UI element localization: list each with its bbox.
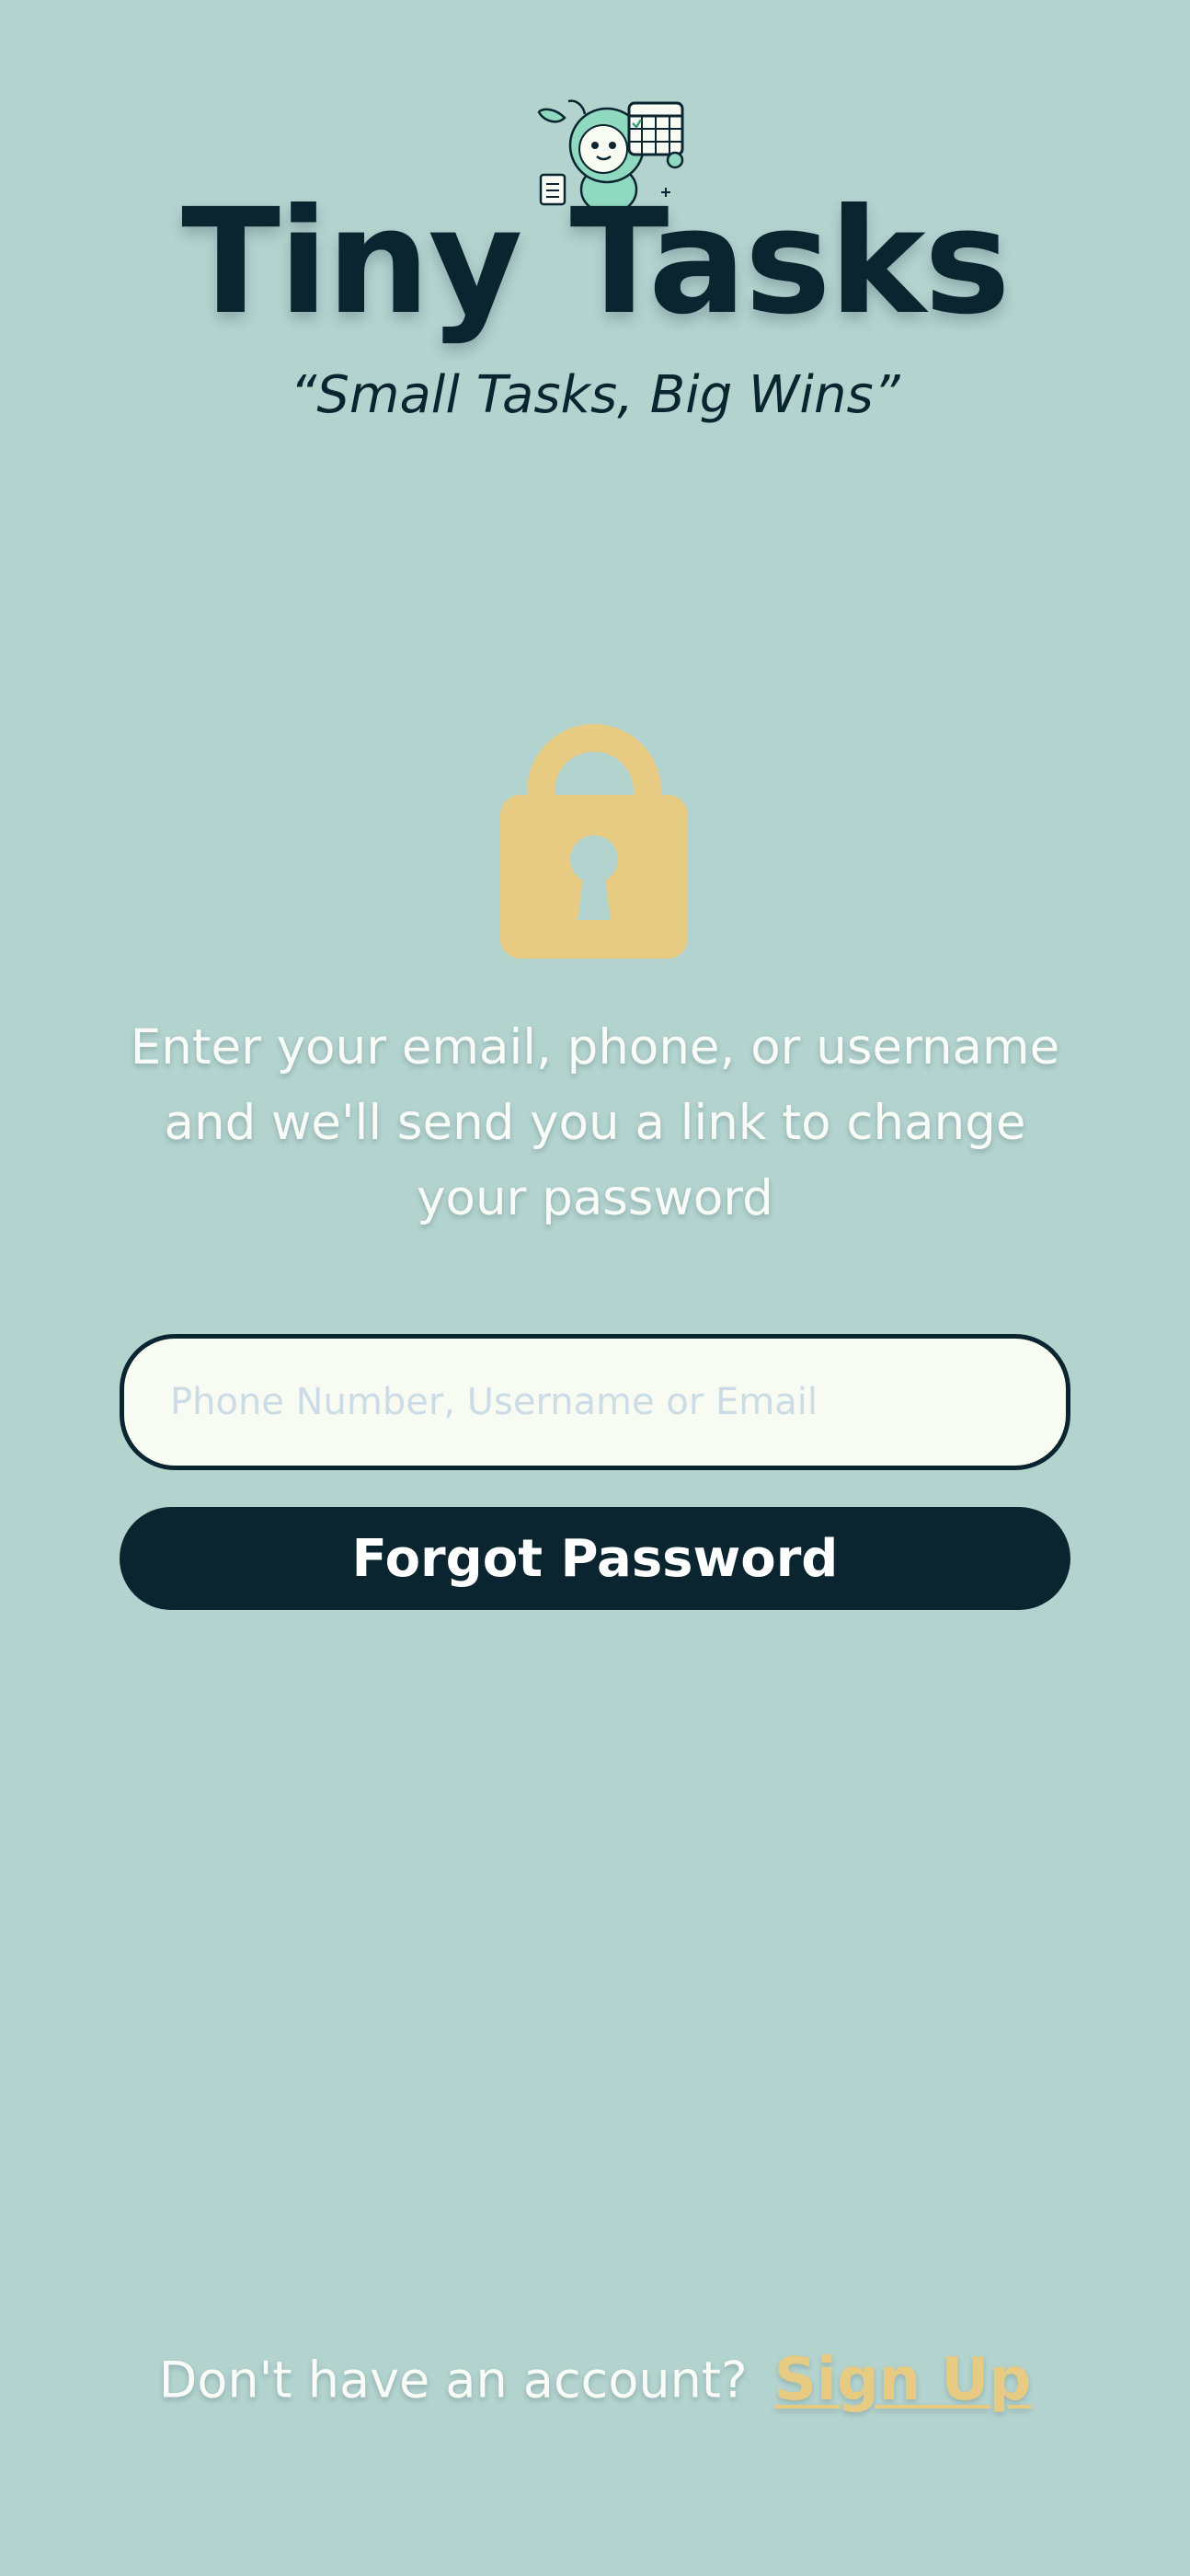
mascot-logo-icon (537, 99, 684, 215)
signup-prompt: Don't have an account? (158, 2351, 748, 2409)
signup-row: Don't have an account? Sign Up (0, 2346, 1190, 2414)
signup-link[interactable]: Sign Up (774, 2346, 1031, 2414)
lock-icon (500, 724, 688, 959)
forgot-password-button[interactable]: Forgot Password (120, 1507, 1070, 1610)
tagline: “Small Tasks, Big Wins” (290, 365, 900, 425)
instructions-text: Enter your email, phone, or username and… (130, 1019, 1060, 1226)
identity-input[interactable] (120, 1334, 1070, 1470)
